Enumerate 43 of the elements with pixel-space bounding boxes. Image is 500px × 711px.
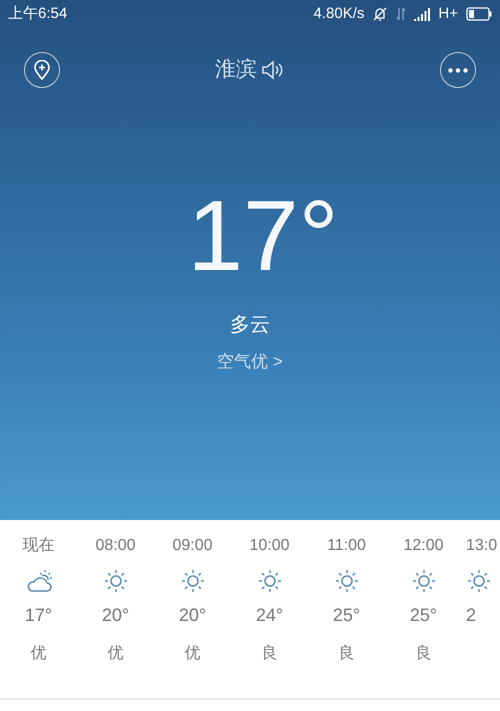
hour-temperature: 20° [102,606,130,624]
sun-icon [256,568,282,594]
battery-icon [466,7,492,21]
air-quality-link[interactable]: 空气优 > [211,348,289,376]
hour-temperature: 20° [178,606,206,624]
network-speed: 4.80K/s [314,4,364,24]
air-quality-label: 良 [262,646,278,662]
hour-time: 09:00 [172,538,213,554]
location-pin-plus-icon [33,60,51,80]
air-quality-label: 良 [416,646,432,662]
air-quality-label: 优 [30,646,46,662]
air-quality-label: 优 [184,646,200,662]
muted-bell-icon [372,6,388,22]
air-quality-label: 良 [338,646,354,662]
cloud-sun-icon [24,568,52,594]
hour-temperature: 24° [256,606,284,624]
add-location-button[interactable] [24,52,60,88]
air-quality-label: 优 [108,646,124,662]
hour-temperature: 25° [410,606,438,624]
more-button[interactable] [440,52,476,88]
signal-icon [414,8,430,20]
status-time: 上午6:54 [8,4,68,24]
hour-time: 现在 [22,538,54,554]
sun-icon [334,568,360,594]
hour-time: 08:00 [95,538,136,554]
current-temperature: 17° [186,186,339,286]
speaker-icon[interactable] [261,59,285,81]
hour-time: 11:00 [327,538,366,554]
sun-icon [410,568,436,594]
hour-temperature: 17° [24,606,52,624]
hour-temperature: 2 [466,606,476,624]
more-icon [448,68,468,72]
hour-temperature: 25° [332,606,360,624]
hour-time: 12:00 [403,538,444,554]
city-name: 淮滨 [215,57,257,84]
weather-condition: 多云 [230,313,270,338]
hour-time: 13:0 [466,538,498,554]
hour-time: 10:00 [249,538,290,554]
sun-icon [102,568,128,594]
network-type: H+ [438,4,458,24]
data-arrows-icon [396,7,406,21]
sun-icon [180,568,206,594]
sun-icon [466,568,492,594]
